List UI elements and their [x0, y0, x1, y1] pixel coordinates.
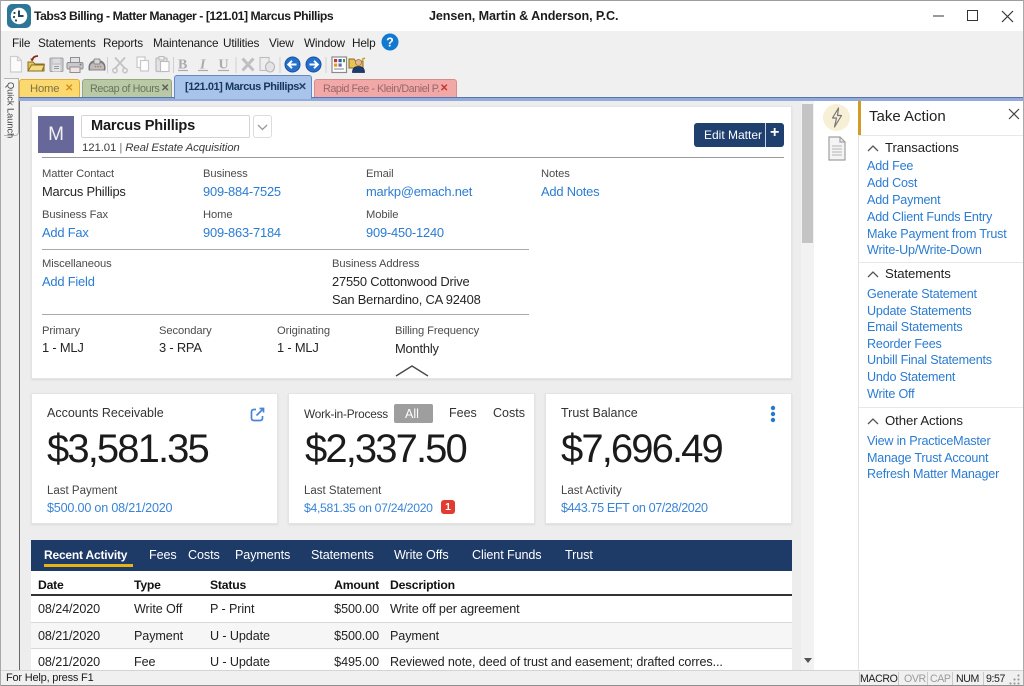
svg-text:?: ? — [386, 36, 394, 50]
